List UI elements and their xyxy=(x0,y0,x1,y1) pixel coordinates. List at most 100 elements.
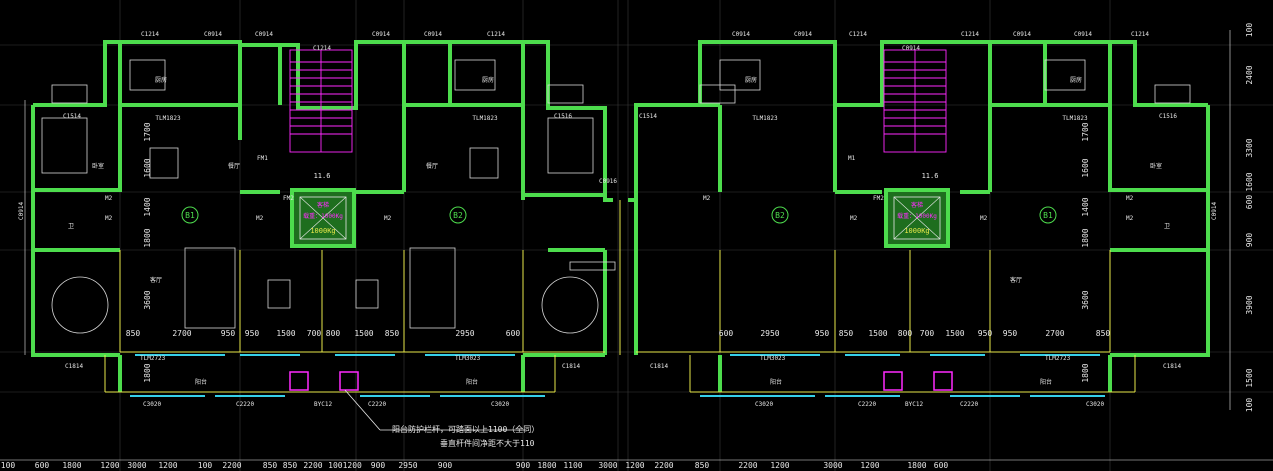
note-text: 垂直杆件间净距不大于110 xyxy=(440,438,535,448)
door-label: M2 xyxy=(703,195,711,202)
window-label: C1814 xyxy=(65,363,83,370)
dimension-text: 850 xyxy=(385,329,400,338)
window-label-top: C0914 xyxy=(794,31,812,38)
window-label: C3020 xyxy=(143,401,161,408)
window-label: C1514 xyxy=(639,113,657,120)
dimension-text: 1500 xyxy=(354,329,373,338)
room-label: 厨房 xyxy=(155,76,167,84)
dimension-text: 1600 xyxy=(1081,158,1090,177)
window-label: C3020 xyxy=(1086,401,1104,408)
window-label: C2220 xyxy=(236,401,254,408)
window-label-top: C0914 xyxy=(255,31,273,38)
room-label: 客厅 xyxy=(1010,276,1022,284)
window-label: C0914 xyxy=(1211,202,1218,220)
dimension-text: 3600 xyxy=(143,290,152,309)
room-label: 阳台 xyxy=(1040,378,1052,386)
dimension-text: 700 xyxy=(920,329,935,338)
elevator-label: 载重：1000Kg xyxy=(303,212,343,220)
door-label: TLM1823 xyxy=(1062,115,1088,122)
door-label: M2 xyxy=(1126,195,1134,202)
floor-plan: C1214 C0914 C0914 C1214 C0914 C0914 C1214 C0914… xyxy=(0,0,1273,471)
dimension-text: 2700 xyxy=(172,329,191,338)
dimension-text: 800 xyxy=(326,329,341,338)
door-label: M1 xyxy=(848,155,856,162)
dimension-text: 900 xyxy=(516,461,531,470)
door-label: M2 xyxy=(1126,215,1134,222)
elevator-capacity: 1000Kg xyxy=(310,227,335,235)
dimension-text: 1001200 xyxy=(328,461,362,470)
room-label: 厨房 xyxy=(745,76,757,84)
room-label: 餐厅 xyxy=(228,162,240,170)
window-label: C3020 xyxy=(491,401,509,408)
dimension-text: 1400 xyxy=(143,197,152,216)
dimension-text: 950 xyxy=(221,329,236,338)
note-text: 阳台防护栏杆，可踏面以上1100（全同） xyxy=(392,424,539,434)
window-label-top: C0914 xyxy=(1074,31,1092,38)
dimension-text: 950 xyxy=(245,329,260,338)
door-label: TLM1823 xyxy=(472,115,498,122)
window-label-top: C1214 xyxy=(1131,31,1149,38)
room-label: 卧室 xyxy=(1150,162,1162,170)
room-label: 卧室 xyxy=(92,162,104,170)
room-label: 阳台 xyxy=(466,378,478,386)
stair-level: 11.6 xyxy=(922,172,939,180)
dimension-text: 600 xyxy=(934,461,949,470)
elevator-capacity: 1000Kg xyxy=(904,227,929,235)
dimension-text: 2200 xyxy=(222,461,241,470)
dimension-text: 2950 xyxy=(760,329,779,338)
dimension-text: 3900 xyxy=(1245,295,1254,314)
door-label: M2 xyxy=(980,215,988,222)
room-label: 卫 xyxy=(68,223,74,230)
dimension-text: 850 xyxy=(263,461,278,470)
dimension-text: 1800 xyxy=(537,461,556,470)
dimension-text: 1500 xyxy=(868,329,887,338)
dimension-text: 1700 xyxy=(143,122,152,141)
door-label: TLM3023 xyxy=(455,355,481,362)
room-label: 客厅 xyxy=(150,276,162,284)
dimension-text: 1800 xyxy=(62,461,81,470)
window-label-top: C0914 xyxy=(204,31,222,38)
window-label-top: C0914 xyxy=(1013,31,1031,38)
window-label: C1516 xyxy=(1159,113,1177,120)
window-label-top: C0914 xyxy=(372,31,390,38)
dimension-text: 1200 xyxy=(158,461,177,470)
dimension-text: 850 xyxy=(283,461,298,470)
dimension-text: 900 xyxy=(1245,233,1254,248)
door-label: TLM2723 xyxy=(140,355,166,362)
dimension-text: 1500 xyxy=(1245,368,1254,387)
window-label: C1814 xyxy=(562,363,580,370)
dimension-text: 3000 xyxy=(598,461,617,470)
window-label: C0916 xyxy=(599,178,617,185)
elevator-label: 载重：1000Kg xyxy=(897,212,937,220)
door-label: M2 xyxy=(850,215,858,222)
window-label: C1514 xyxy=(63,113,81,120)
door-label: TLM2723 xyxy=(1045,355,1071,362)
dimension-text: 950 xyxy=(815,329,830,338)
dimension-text: 1700 xyxy=(1081,122,1090,141)
room-label: 餐厅 xyxy=(426,162,438,170)
window-label: C1814 xyxy=(650,363,668,370)
dimension-text: 1500 xyxy=(276,329,295,338)
door-label: TLM1823 xyxy=(752,115,778,122)
dimension-text: 2950 xyxy=(398,461,417,470)
dimension-text: 900 xyxy=(438,461,453,470)
dimension-text: 850 xyxy=(695,461,710,470)
door-label: M2 xyxy=(105,195,113,202)
window-label: BYC12 xyxy=(314,401,332,408)
dimension-text: 800 xyxy=(898,329,913,338)
window-label: BYC12 xyxy=(905,401,923,408)
elevator-label: 客梯 xyxy=(911,201,923,209)
dimension-text: 900 xyxy=(371,461,386,470)
dimension-text: 600 xyxy=(506,329,521,338)
window-label: C2220 xyxy=(368,401,386,408)
dimension-text: 100 xyxy=(1245,398,1254,413)
elevator-label: 客梯 xyxy=(317,201,329,209)
door-label: M2 xyxy=(105,215,113,222)
dimension-text: 1500 xyxy=(945,329,964,338)
dimension-text: 1800 xyxy=(1081,363,1090,382)
dimension-text: 1100 xyxy=(563,461,582,470)
window-label-top: C1214 xyxy=(313,45,331,52)
window-label: C3020 xyxy=(755,401,773,408)
unit-tag: B2 xyxy=(453,211,463,220)
dimension-text: 100 xyxy=(1,461,16,470)
